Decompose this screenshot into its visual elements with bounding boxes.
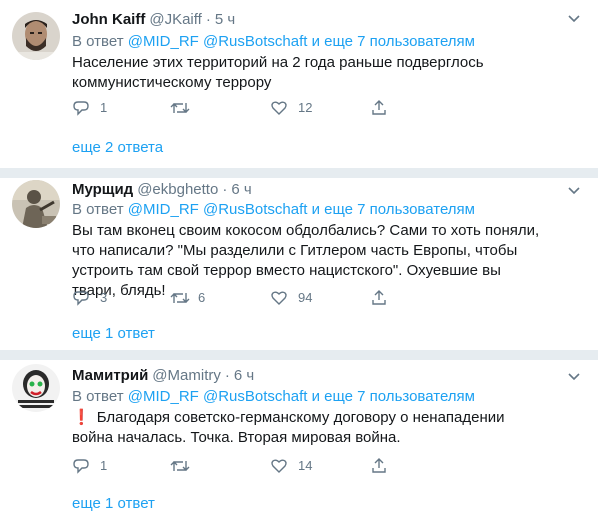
- divider: [0, 168, 598, 178]
- like-icon: [271, 101, 287, 115]
- reply-icon: [73, 101, 89, 116]
- avatar[interactable]: [12, 180, 60, 228]
- separator-dot: ·: [224, 367, 230, 384]
- author-handle[interactable]: @JKaiff: [149, 11, 201, 28]
- retweet-icon: [170, 461, 190, 471]
- tweet-mamitry[interactable]: Мамитрий @Mamitry · 6 ч В ответ @MID_RF @Ru…: [0, 360, 598, 518]
- chevron-down-icon[interactable]: [566, 182, 582, 198]
- reply-to-users[interactable]: @MID_RF @RusBotschaft: [128, 201, 308, 218]
- tweet-actions: 1 14: [72, 456, 532, 476]
- reply-to-users[interactable]: @MID_RF @RusBotschaft: [128, 33, 308, 50]
- reply-to-others[interactable]: и еще 7 пользователям: [312, 201, 475, 218]
- tweet-murshid[interactable]: Мурщид @ekbghetto · 6 ч В ответ @MID_RF @Ru…: [0, 178, 598, 350]
- reply-to-prefix: В ответ: [72, 388, 124, 405]
- tweet-actions: 3 6 94: [72, 288, 532, 308]
- tweet-john-kaiff[interactable]: John Kaiff @JKaiff · 5 ч В ответ @MID_RF @R…: [0, 0, 598, 168]
- tweet-actions: 1 12: [72, 98, 532, 118]
- show-more-replies[interactable]: еще 1 ответ: [72, 494, 155, 514]
- avatar[interactable]: [12, 12, 60, 60]
- separator-dot: ·: [222, 181, 228, 198]
- reply-icon: [73, 459, 89, 474]
- like-icon: [271, 291, 287, 305]
- avatar[interactable]: [12, 364, 60, 412]
- reply-to: В ответ @MID_RF @RusBotschaft и еще 7 по…: [72, 32, 475, 52]
- reply-to-prefix: В ответ: [72, 33, 124, 50]
- separator-dot: ·: [205, 11, 211, 28]
- timestamp[interactable]: 5 ч: [215, 11, 235, 28]
- share-icon: [372, 100, 386, 115]
- retweet-icon: [170, 103, 190, 113]
- share-icon: [372, 290, 386, 305]
- reply-to-prefix: В ответ: [72, 201, 124, 218]
- reply-to: В ответ @MID_RF @RusBotschaft и еще 7 по…: [72, 387, 475, 407]
- retweet-count: 6: [198, 290, 206, 305]
- tweet-text: Благодаря советско-германскому договору …: [72, 409, 505, 446]
- like-count: 12: [298, 100, 313, 115]
- timestamp[interactable]: 6 ч: [231, 181, 251, 198]
- reply-count: 3: [100, 290, 108, 305]
- tweet-text-block: ❗ Благодаря советско-германскому договору…: [72, 408, 542, 448]
- tweet-text: Население этих территорий на 2 года рань…: [72, 54, 484, 91]
- show-more-replies[interactable]: еще 1 ответ: [72, 324, 155, 344]
- like-count: 14: [298, 458, 313, 473]
- like-icon: [271, 459, 287, 473]
- reply-count: 1: [100, 100, 108, 115]
- exclamation-icon: ❗: [72, 409, 91, 426]
- share-icon: [372, 458, 386, 473]
- author-handle[interactable]: @ekbghetto: [137, 181, 218, 198]
- reply-to-others[interactable]: и еще 7 пользователям: [312, 33, 475, 50]
- divider: [0, 350, 598, 360]
- chevron-down-icon[interactable]: [566, 10, 582, 26]
- like-count: 94: [298, 290, 313, 305]
- reply-count: 1: [100, 458, 108, 473]
- author-name[interactable]: John Kaiff: [72, 11, 145, 28]
- author-name[interactable]: Мамитрий: [72, 367, 148, 384]
- timestamp[interactable]: 6 ч: [234, 367, 254, 384]
- reply-to-others[interactable]: и еще 7 пользователям: [312, 388, 475, 405]
- author-handle[interactable]: @Mamitry: [152, 367, 221, 384]
- retweet-icon: [170, 293, 190, 303]
- show-more-replies[interactable]: еще 2 ответа: [72, 138, 163, 158]
- reply-icon: [73, 291, 89, 306]
- author-name[interactable]: Мурщид: [72, 181, 133, 198]
- chevron-down-icon[interactable]: [566, 368, 582, 384]
- reply-to: В ответ @MID_RF @RusBotschaft и еще 7 по…: [72, 200, 475, 220]
- reply-to-users[interactable]: @MID_RF @RusBotschaft: [128, 388, 308, 405]
